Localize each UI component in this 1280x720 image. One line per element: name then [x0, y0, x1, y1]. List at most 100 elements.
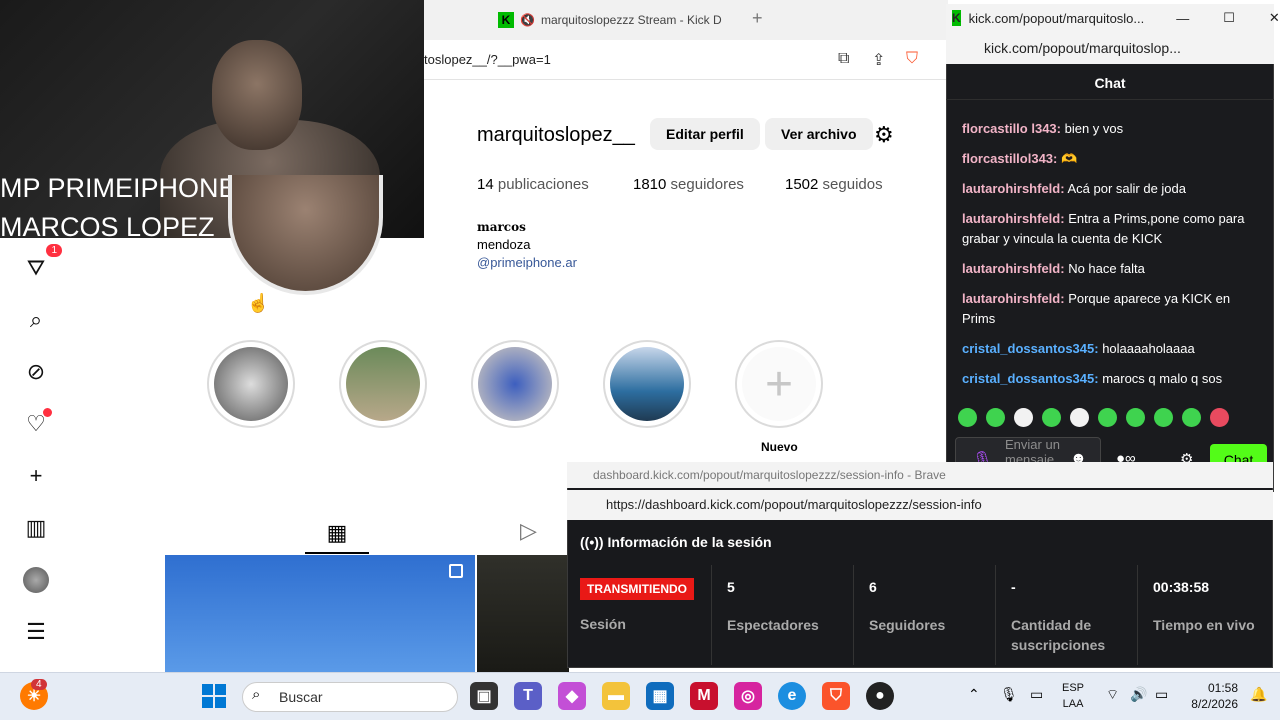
windows-start-icon[interactable] [202, 684, 226, 708]
minimize-icon[interactable]: — [1176, 11, 1189, 26]
chat-username[interactable]: cristal_dossantos345: [962, 371, 1099, 386]
metric-value: 00:38:58 [1153, 579, 1210, 595]
chat-username[interactable]: florcastillol343: [962, 151, 1057, 166]
post-thumbnail-1[interactable] [165, 555, 475, 672]
sidebar-insights[interactable]: ▥ [22, 514, 50, 542]
brave-shield-icon[interactable]: ⛉ [906, 50, 918, 68]
tab-reels[interactable]: ▷ [520, 518, 537, 544]
metric-viewers: 5 Espectadores [711, 565, 853, 665]
teams-icon[interactable]: T [514, 682, 542, 710]
highlight-2[interactable] [339, 340, 427, 428]
mute-icon[interactable]: 🔇 [520, 13, 535, 27]
edit-profile-button[interactable]: Editar perfil [650, 118, 760, 150]
view-archive-button[interactable]: Ver archivo [765, 118, 873, 150]
chat-username[interactable]: florcastillo l343: [962, 121, 1061, 136]
chat-username[interactable]: lautarohirshfeld: [962, 261, 1065, 276]
chat-username[interactable]: lautarohirshfeld: [962, 211, 1065, 226]
highlight-3-image [478, 347, 552, 421]
lang-line2: LAA [1062, 698, 1084, 710]
avatar [23, 567, 49, 593]
plus-icon: + [742, 347, 816, 421]
webcam-text-line2: MARCOS LOPEZ [0, 212, 215, 242]
stat-posts[interactable]: 14 publicaciones [477, 176, 589, 193]
broadcast-icon: ((•)) [580, 534, 608, 550]
stat-following-count: 1502 [785, 176, 819, 193]
chat-username[interactable]: lautarohirshfeld: [962, 181, 1065, 196]
emote-icon[interactable] [1042, 408, 1061, 427]
highlight-3[interactable] [471, 340, 559, 428]
emote-icon[interactable] [1098, 408, 1117, 427]
profile-link[interactable]: @primeiphone.ar [477, 255, 577, 270]
edge-icon[interactable]: e [778, 682, 806, 710]
emote-icon[interactable] [1210, 408, 1229, 427]
sidebar-activity[interactable]: ♡ [22, 408, 52, 438]
sidebar-more[interactable]: ☰ [22, 618, 50, 646]
emote-icon[interactable] [1154, 408, 1173, 427]
session-header-text: Información de la sesión [607, 534, 772, 550]
menu-icon: ☰ [26, 619, 46, 644]
share-icon[interactable]: ⇪ [872, 50, 885, 70]
brave-icon[interactable]: ⛉ [822, 682, 850, 710]
metric-live-time: 00:38:58 Tiempo en vivo [1137, 565, 1271, 665]
chat-url-bar[interactable]: kick.com/popout/marquitoslop... [946, 32, 1274, 64]
instagram-icon[interactable]: ◎ [734, 682, 762, 710]
close-icon[interactable]: ✕ [1269, 10, 1280, 26]
highlight-new[interactable]: + [735, 340, 823, 428]
tray-mic-icon[interactable]: 🎙 [1000, 686, 1018, 703]
stat-followers[interactable]: 1810 seguidores [633, 176, 744, 193]
sidebar-create[interactable]: + [22, 462, 50, 490]
volume-icon[interactable]: 🔊 [1130, 686, 1147, 703]
emote-icon[interactable] [1070, 408, 1089, 427]
url-text[interactable]: toslopez__/?__pwa=1 [424, 52, 551, 67]
session-url-bar[interactable]: https://dashboard.kick.com/popout/marqui… [567, 490, 1273, 520]
emote-icon[interactable] [1182, 408, 1201, 427]
sidebar-explore[interactable]: ⊘ [22, 358, 50, 386]
store-icon[interactable]: ▦ [646, 682, 674, 710]
tray-overflow-icon[interactable]: ⌃ [968, 686, 980, 703]
emote-icon[interactable] [986, 408, 1005, 427]
emote-icon[interactable] [958, 408, 977, 427]
profile-picture[interactable] [228, 175, 383, 295]
browser-tab[interactable]: K 🔇 marquitoslopezzz Stream - Kick D [498, 6, 748, 34]
chat-username[interactable]: cristal_dossantos345: [962, 341, 1099, 356]
chat-text: Acá por salir de joda [1064, 181, 1186, 196]
grid-icon: ▦ [326, 520, 348, 545]
wifi-icon[interactable]: ⌔ [1106, 686, 1119, 704]
stat-posts-label: publicaciones [497, 176, 589, 193]
copilot-icon[interactable]: ◆ [558, 682, 586, 710]
open-external-icon[interactable]: ⧉ [838, 50, 849, 68]
language-indicator[interactable]: ESP LAA [1062, 680, 1084, 712]
emote-icon[interactable] [1014, 408, 1033, 427]
notification-bell-icon[interactable]: 🔔 [1250, 686, 1267, 703]
post-thumbnail-2[interactable] [477, 555, 569, 672]
chat-message: florcastillo l343: bien y vos [962, 119, 1262, 139]
task-view-icon[interactable]: ▣ [470, 682, 498, 710]
metric-label: Cantidad de suscripciones [1011, 617, 1106, 653]
emote-icon[interactable] [1126, 408, 1145, 427]
file-explorer-icon[interactable]: ▬ [602, 682, 630, 710]
taskbar [0, 672, 1280, 720]
new-tab-button[interactable]: + [752, 8, 763, 29]
stat-following[interactable]: 1502 seguidos [785, 176, 883, 193]
maximize-icon[interactable]: ☐ [1223, 10, 1235, 26]
tray-display-icon[interactable]: ▭ [1030, 686, 1043, 703]
highlight-4[interactable] [603, 340, 691, 428]
profile-username: marquitoslopez__ [477, 124, 635, 146]
metric-subscriptions: - Cantidad de suscripciones [995, 565, 1137, 665]
search-icon: ⌕ [29, 307, 43, 332]
taskbar-search-input[interactable]: Buscar [242, 682, 458, 712]
mcafee-icon[interactable]: M [690, 682, 718, 710]
obs-icon[interactable]: ● [866, 682, 894, 710]
chat-message: florcastillol343: 🫶 [962, 149, 1262, 169]
kick-icon: K [952, 10, 961, 26]
tab-posts-grid[interactable]: ▦ [305, 514, 369, 554]
taskbar-clock[interactable]: 01:58 8/2/2026 [1190, 680, 1238, 712]
sidebar-profile[interactable] [22, 566, 50, 594]
chat-username[interactable]: lautarohirshfeld: [962, 291, 1065, 306]
battery-icon[interactable]: ▭ [1155, 686, 1168, 703]
chat-text: holaaaaholaaaa [1098, 341, 1195, 356]
sidebar-search[interactable]: ⌕ [22, 306, 50, 334]
settings-gear-icon[interactable]: ⚙ [874, 122, 894, 148]
sidebar-notifications[interactable]: ⛛ 1 [22, 244, 62, 282]
highlight-1[interactable] [207, 340, 295, 428]
